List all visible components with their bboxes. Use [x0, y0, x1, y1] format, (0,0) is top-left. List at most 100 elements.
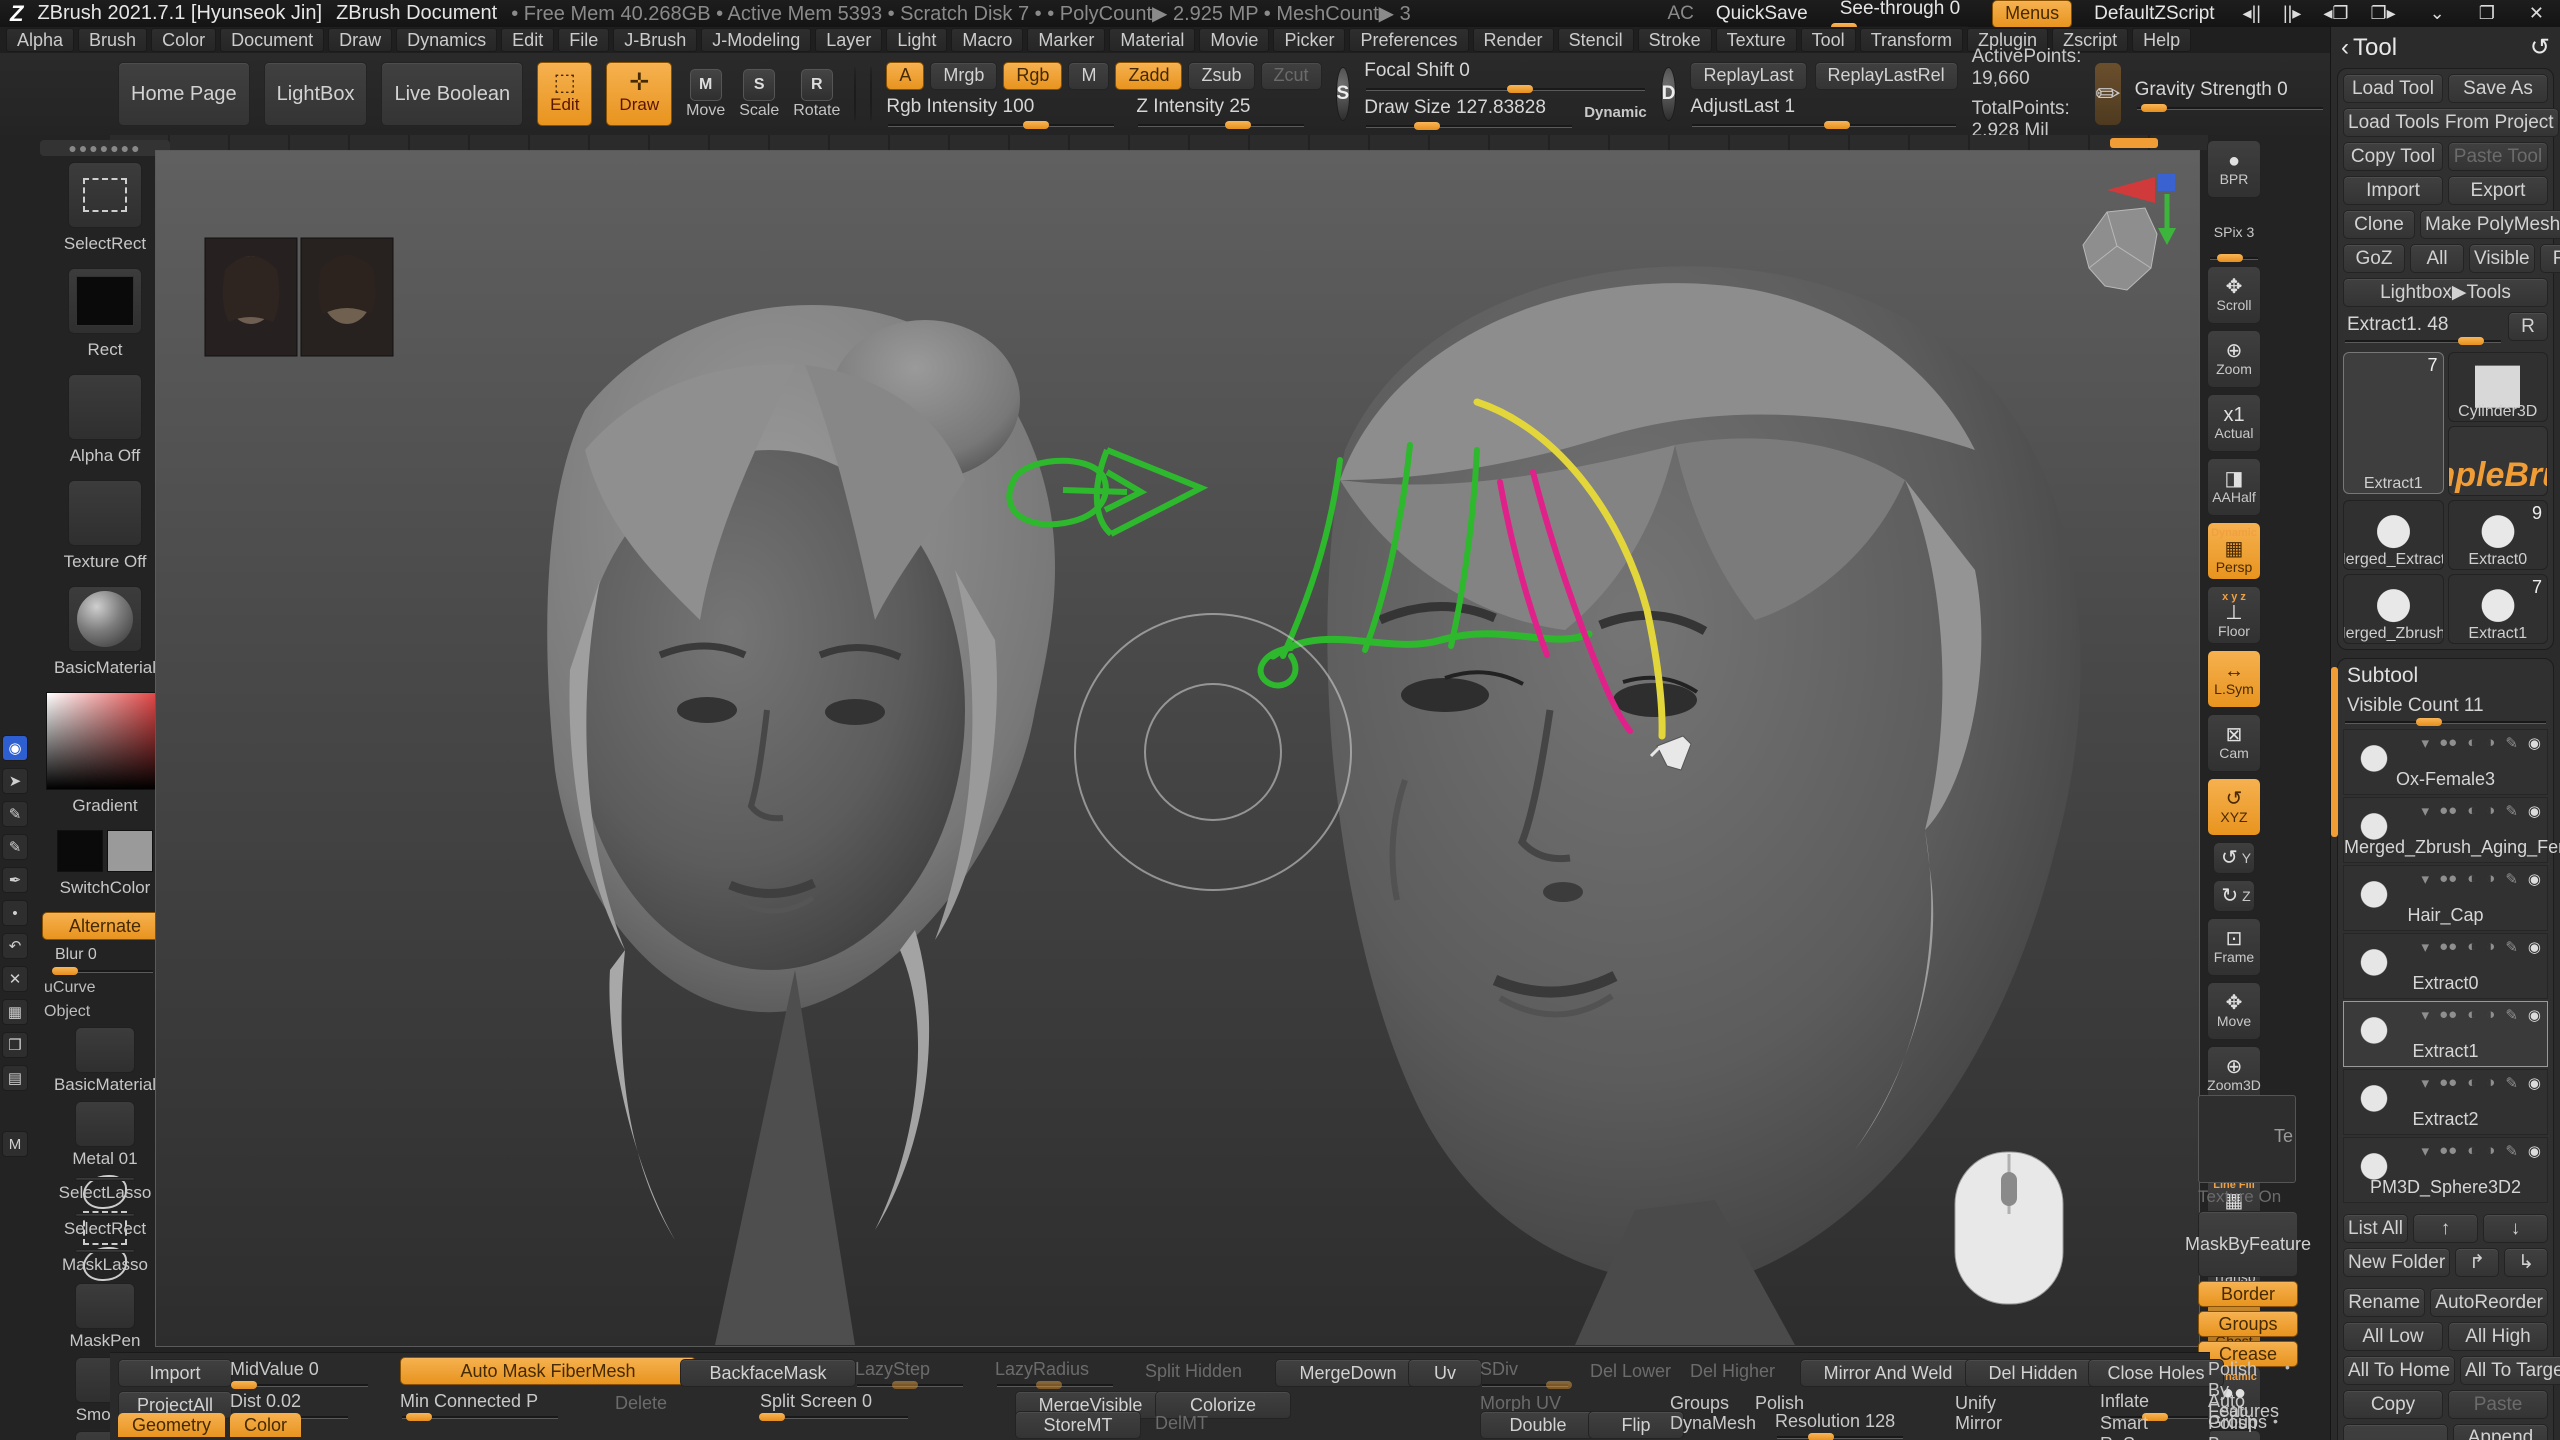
- tool-thumbnail[interactable]: Merged_Zbrush_: [2343, 574, 2444, 644]
- shelf-tool-button[interactable]: Dynamic ▦ Persp: [2207, 522, 2261, 580]
- min-connected-slider[interactable]: Min Connected P: [400, 1391, 560, 1419]
- visibility-eye-icon[interactable]: ◉: [2528, 802, 2541, 820]
- z-intensity-slider[interactable]: Z Intensity 25: [1136, 96, 1306, 127]
- grid-icon[interactable]: ▦: [2, 999, 28, 1025]
- halftone-icon[interactable]: ◐: [2467, 1006, 2476, 1024]
- material-thumb[interactable]: [68, 586, 142, 652]
- zsub-button[interactable]: Zsub: [1188, 62, 1254, 90]
- m-button[interactable]: M: [1068, 62, 1109, 90]
- rename-button[interactable]: Rename: [2343, 1288, 2425, 1317]
- visibility-eye-icon[interactable]: ◉: [2528, 734, 2541, 752]
- load-tool-button[interactable]: Load Tool: [2343, 74, 2443, 103]
- all-to-home-button[interactable]: All To Home: [2343, 1356, 2455, 1385]
- delete-fibers-button[interactable]: Delete: [615, 1393, 667, 1419]
- menu-item[interactable]: Stroke: [1638, 28, 1712, 52]
- texture-thumbnail[interactable]: [870, 67, 872, 121]
- Hair_Cap[interactable]: ▾ ●● ◐ ◑ ✎ ◉ Hair_Cap: [2343, 865, 2548, 931]
- make-polymesh3d-button[interactable]: Make PolyMesh3D: [2420, 210, 2560, 239]
- delete-icon[interactable]: ✕: [2, 966, 28, 992]
- panel-toggle-icon[interactable]: ❐▸: [2365, 3, 2402, 24]
- quick-pick-item[interactable]: MaskPen: [70, 1283, 141, 1355]
- backface-mask-button[interactable]: BackfaceMask: [680, 1359, 856, 1387]
- mrgb-button[interactable]: Mrgb: [930, 62, 997, 90]
- mergedown-bottom-button[interactable]: MergeDown: [1275, 1359, 1421, 1387]
- texture-preview[interactable]: Te: [2198, 1095, 2296, 1183]
- halftone-icon[interactable]: ◐: [2467, 938, 2476, 956]
- visibility-eye-icon[interactable]: ◉: [2528, 938, 2541, 956]
- undo-icon[interactable]: ↶: [2, 933, 28, 959]
- shelf-tool-button[interactable]: ↔ L.Sym: [2207, 650, 2261, 708]
- quicksave-button[interactable]: QuickSave: [1716, 3, 1808, 25]
- m-icon[interactable]: M: [2, 1131, 28, 1157]
- auto-mask-fibermesh-button[interactable]: Auto Mask FiberMesh: [400, 1357, 696, 1385]
- toggle-dot-icon[interactable]: •: [2285, 1359, 2290, 1385]
- menu-item[interactable]: Color: [151, 28, 216, 52]
- alternate-button[interactable]: Alternate: [42, 912, 168, 940]
- visibility-eye-icon[interactable]: ◉: [2528, 870, 2541, 888]
- paste-tool-button[interactable]: Paste Tool: [2448, 142, 2548, 171]
- draw-size-icon[interactable]: D: [1661, 67, 1677, 121]
- lightbox-tools-button[interactable]: Lightbox▶Tools: [2343, 278, 2548, 307]
- PM3D_Sphere3D2[interactable]: ▾ ●● ◐ ◑ ✎ ◉ PM3D_Sphere3D2: [2343, 1137, 2548, 1203]
- polyframe-icon[interactable]: ▾: [2422, 1142, 2430, 1160]
- alpha-rect-thumb[interactable]: [68, 268, 142, 334]
- menu-item[interactable]: Help: [2132, 28, 2191, 52]
- color-picker[interactable]: [46, 692, 164, 790]
- contrast-icon[interactable]: ◑: [2486, 1006, 2495, 1024]
- menu-item[interactable]: Preferences: [1349, 28, 1468, 52]
- menu-item[interactable]: Edit: [501, 28, 554, 52]
- smart-resym-button[interactable]: Smart ReSym: [2100, 1413, 2210, 1439]
- shelf-tool-button[interactable]: x1 Actual: [2207, 394, 2261, 452]
- goz-button[interactable]: GoZ: [2343, 244, 2405, 273]
- cursor-icon[interactable]: ➤: [2, 768, 28, 794]
- del-hidden-button[interactable]: Del Hidden: [1965, 1359, 2101, 1387]
- append-button[interactable]: Append: [2453, 1424, 2548, 1440]
- menu-item[interactable]: Dynamics: [396, 28, 497, 52]
- edit-pen-icon[interactable]: ✎: [2505, 802, 2518, 820]
- move-button[interactable]: MMove: [686, 69, 725, 120]
- tool-thumbnail[interactable]: 7 Extract1: [2448, 574, 2549, 644]
- panel-toggle-icon[interactable]: ◂||: [2237, 3, 2267, 24]
- visible-count-slider[interactable]: Visible Count 11: [2343, 693, 2548, 724]
- copy-subtool-button[interactable]: Copy: [2343, 1390, 2443, 1419]
- rotate-button[interactable]: RRotate: [793, 69, 840, 120]
- tool-item-slider[interactable]: Extract1. 48: [2343, 312, 2503, 343]
- adjust-last-slider[interactable]: AdjustLast 1: [1690, 96, 1957, 127]
- quick-pick-item[interactable]: SelectRect: [83, 1211, 127, 1245]
- polyframe-icon[interactable]: ▾: [2422, 734, 2430, 752]
- groups-button[interactable]: Groups: [2198, 1311, 2298, 1337]
- pencil2-icon[interactable]: ✎: [2, 834, 28, 860]
- gradient-label[interactable]: Gradient: [72, 796, 137, 816]
- switch-color-swatches[interactable]: [57, 830, 153, 872]
- gravity-strength-slider[interactable]: Gravity Strength 0: [2135, 79, 2325, 110]
- menu-item[interactable]: Picker: [1273, 28, 1345, 52]
- quick-pick-item[interactable]: SelectLasso: [83, 1175, 127, 1209]
- rgb-button[interactable]: Rgb: [1003, 62, 1062, 90]
- menu-item[interactable]: Document: [220, 28, 324, 52]
- save-as-button[interactable]: Save As: [2448, 74, 2548, 103]
- polyframe-icon[interactable]: ▾: [2422, 938, 2430, 956]
- replay-last-rel-button[interactable]: ReplayLastRel: [1815, 62, 1958, 90]
- shelf-tool-button[interactable]: ● BPR: [2207, 140, 2261, 198]
- export-button[interactable]: Export: [2448, 176, 2548, 205]
- zadd-button[interactable]: Zadd: [1115, 62, 1182, 90]
- dynamesh-label[interactable]: DynaMesh: [1670, 1413, 1756, 1439]
- uv-bottom-button[interactable]: Uv: [1408, 1359, 1482, 1387]
- menu-item[interactable]: Movie: [1199, 28, 1269, 52]
- menu-item[interactable]: Layer: [815, 28, 882, 52]
- blur-slider[interactable]: Blur 0: [55, 946, 155, 973]
- polypaint-icon[interactable]: ●●: [2439, 1142, 2457, 1160]
- panel-toggle-icon[interactable]: ◂❐: [2317, 3, 2354, 24]
- menu-item[interactable]: Draw: [328, 28, 392, 52]
- mask-by-feature-button[interactable]: MaskByFeature: [2198, 1211, 2298, 1277]
- a-toggle[interactable]: A: [886, 62, 924, 90]
- polypaint-icon[interactable]: ●●: [2439, 734, 2457, 752]
- halftone-icon[interactable]: ◐: [2467, 870, 2476, 888]
- main-color-swatch[interactable]: [57, 830, 103, 872]
- menu-item[interactable]: Light: [886, 28, 947, 52]
- menu-item[interactable]: Alpha: [6, 28, 74, 52]
- autoreorder-button[interactable]: AutoReorder: [2430, 1288, 2548, 1317]
- split-hidden-button[interactable]: Split Hidden: [1145, 1361, 1242, 1387]
- edit-pen-icon[interactable]: ✎: [2505, 1006, 2518, 1024]
- toggle-dot-icon2[interactable]: •: [2273, 1413, 2278, 1439]
